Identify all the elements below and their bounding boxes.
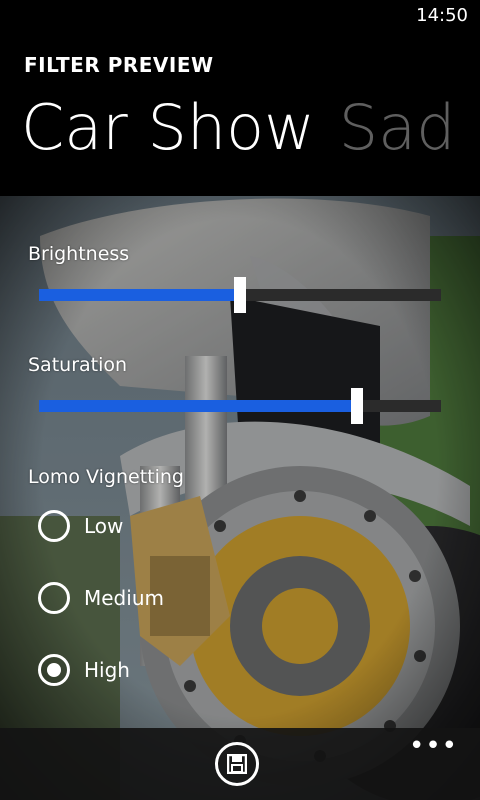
slider-thumb[interactable] — [234, 277, 246, 313]
status-bar: 14:50 — [0, 0, 480, 32]
radio-high[interactable]: High — [38, 653, 130, 687]
radio-label: High — [84, 658, 130, 682]
pivot-headers: Car Show Sad — [21, 88, 480, 168]
radio-circle-icon — [38, 510, 70, 542]
vignetting-label: Lomo Vignetting — [28, 466, 184, 488]
clock: 14:50 — [416, 5, 468, 26]
screen: 14:50 FILTER PREVIEW Car Show Sad Brightn… — [0, 0, 480, 800]
saturation-label: Saturation — [28, 354, 128, 376]
app-bar: ••• — [0, 728, 480, 800]
saturation-slider[interactable] — [39, 388, 441, 424]
slider-fill — [39, 400, 357, 412]
pivot-item-sad[interactable]: Sad — [339, 91, 456, 164]
pivot-item-car-show[interactable]: Car Show — [21, 91, 315, 164]
more-options-button[interactable]: ••• — [409, 733, 458, 759]
brightness-slider[interactable] — [39, 277, 441, 313]
radio-medium[interactable]: Medium — [38, 581, 164, 615]
radio-selected-dot — [47, 663, 61, 677]
slider-thumb[interactable] — [350, 388, 363, 424]
radio-label: Medium — [84, 586, 164, 610]
radio-circle-icon — [38, 654, 70, 686]
save-button[interactable] — [215, 742, 259, 786]
save-icon — [227, 754, 247, 774]
radio-label: Low — [84, 514, 124, 538]
radio-circle-icon — [38, 582, 70, 614]
app-title: FILTER PREVIEW — [24, 53, 214, 77]
brightness-label: Brightness — [28, 243, 130, 265]
radio-low[interactable]: Low — [38, 509, 123, 543]
slider-fill — [39, 289, 240, 301]
